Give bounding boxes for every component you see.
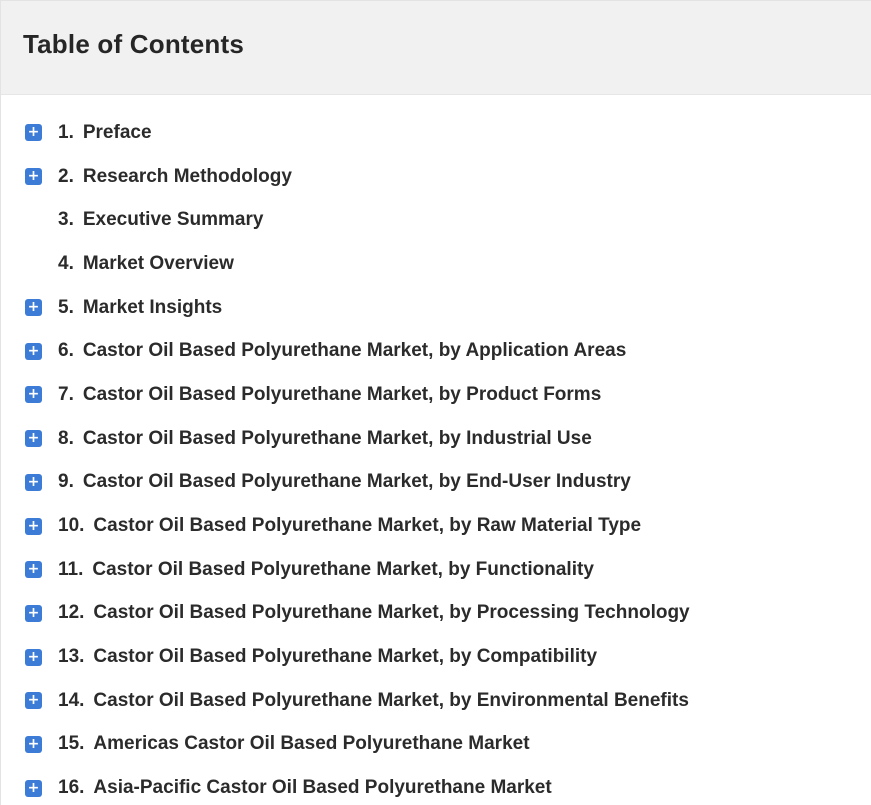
toc-item-number: 5. — [58, 296, 74, 318]
expand-plus-icon[interactable]: + — [25, 779, 42, 797]
expand-plus-icon[interactable]: + — [25, 473, 42, 491]
toc-item[interactable]: +4.Market Overview — [1, 242, 871, 286]
toc-item-number: 16. — [58, 777, 85, 799]
toc-item-number: 2. — [58, 165, 74, 187]
toc-item-number: 15. — [58, 733, 85, 755]
toc-item[interactable]: +14. Castor Oil Based Polyurethane Market… — [1, 679, 871, 723]
toc-item-number: 9. — [58, 471, 74, 493]
toc-item-number: 3. — [58, 209, 74, 231]
expand-plus-icon[interactable]: + — [25, 517, 42, 535]
toc-item-number: 1. — [58, 121, 74, 143]
toc-item-label[interactable]: Castor Oil Based Polyurethane Market, by… — [92, 559, 594, 581]
expand-plus-icon[interactable]: + — [25, 648, 42, 666]
toc-item-label[interactable]: Castor Oil Based Polyurethane Market, by… — [93, 690, 689, 712]
expand-plus-icon[interactable]: + — [25, 299, 42, 317]
toc-item-label[interactable]: Castor Oil Based Polyurethane Market, by… — [83, 384, 601, 406]
toc-list: +1. Preface +2. Research Methodology +3. Exec… — [1, 95, 871, 805]
toc-item-number: 6. — [58, 340, 74, 362]
toc-item-label[interactable]: Castor Oil Based Polyurethane Market, by… — [93, 602, 689, 624]
toc-item-label[interactable]: Castor Oil Based Polyurethane Market, by… — [83, 471, 631, 493]
expand-plus-icon[interactable]: + — [25, 430, 42, 448]
toc-item-label[interactable]: Market Overview — [83, 253, 234, 275]
toc-item[interactable]: +6. Castor Oil Based Polyurethane Market,… — [1, 329, 871, 373]
toc-item-number: 8. — [58, 427, 74, 449]
toc-item-number: 11. — [58, 558, 84, 580]
toc-item-label[interactable]: Executive Summary — [83, 209, 264, 231]
toc-item-label[interactable]: Market Insights — [83, 297, 222, 319]
toc-item[interactable]: +5. Market Insights — [1, 286, 871, 330]
expand-plus-icon[interactable]: + — [25, 735, 42, 753]
toc-item[interactable]: +16. Asia-Pacific Castor Oil Based Polyur… — [1, 766, 871, 805]
expand-plus-icon[interactable]: + — [25, 168, 42, 186]
toc-item[interactable]: +13. Castor Oil Based Polyurethane Market… — [1, 635, 871, 679]
toc-title: Table of Contents — [23, 29, 245, 59]
toc-item-number: 4. — [58, 252, 74, 274]
toc-item[interactable]: +7. Castor Oil Based Polyurethane Market,… — [1, 373, 871, 417]
toc-item-number: 10. — [58, 515, 85, 537]
toc-item[interactable]: +15. Americas Castor Oil Based Polyuretha… — [1, 723, 871, 767]
toc-item[interactable]: +2. Research Methodology — [1, 155, 871, 199]
expand-plus-icon[interactable]: + — [25, 124, 42, 142]
expand-plus-icon[interactable]: + — [25, 692, 42, 710]
table-of-contents: Table of Contents +1. Preface +2. Research … — [0, 0, 871, 805]
toc-item-number: 13. — [58, 646, 85, 668]
toc-item-label[interactable]: Preface — [83, 122, 152, 144]
toc-item-label[interactable]: Castor Oil Based Polyurethane Market, by… — [83, 428, 592, 450]
toc-item[interactable]: +12. Castor Oil Based Polyurethane Market… — [1, 592, 871, 636]
expand-plus-icon[interactable]: + — [25, 386, 42, 404]
toc-item[interactable]: +10. Castor Oil Based Polyurethane Market… — [1, 504, 871, 548]
toc-header: Table of Contents — [1, 1, 871, 95]
toc-item-label[interactable]: Americas Castor Oil Based Polyurethane M… — [93, 733, 529, 755]
toc-item[interactable]: +1. Preface — [1, 111, 871, 155]
toc-item[interactable]: +8. Castor Oil Based Polyurethane Market,… — [1, 417, 871, 461]
toc-item-number: 14. — [58, 689, 85, 711]
toc-item[interactable]: +3.Executive Summary — [1, 198, 871, 242]
toc-item-number: 12. — [58, 602, 85, 624]
toc-item-label[interactable]: Asia-Pacific Castor Oil Based Polyuretha… — [93, 777, 551, 799]
toc-item-number: 7. — [58, 383, 74, 405]
toc-item-label[interactable]: Research Methodology — [83, 166, 292, 188]
toc-item-label[interactable]: Castor Oil Based Polyurethane Market, by… — [83, 340, 626, 362]
toc-item[interactable]: +11. Castor Oil Based Polyurethane Market… — [1, 548, 871, 592]
expand-plus-icon[interactable]: + — [25, 604, 42, 622]
toc-item[interactable]: +9. Castor Oil Based Polyurethane Market,… — [1, 461, 871, 505]
expand-plus-icon[interactable]: + — [25, 561, 42, 579]
toc-item-label[interactable]: Castor Oil Based Polyurethane Market, by… — [93, 515, 641, 537]
expand-plus-icon[interactable]: + — [25, 342, 42, 360]
toc-item-label[interactable]: Castor Oil Based Polyurethane Market, by… — [93, 646, 597, 668]
